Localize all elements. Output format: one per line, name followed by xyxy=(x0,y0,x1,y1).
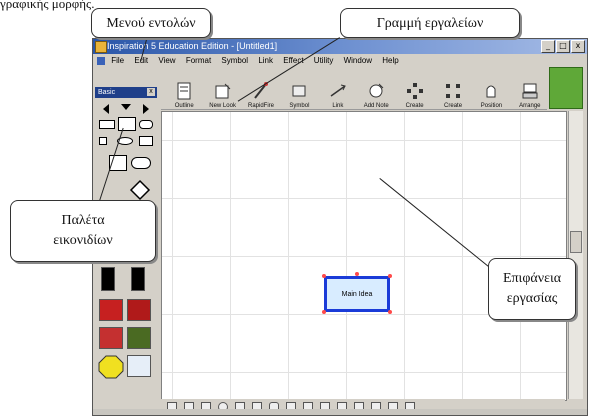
menu-symbol[interactable]: Symbol xyxy=(221,54,248,67)
red-leaf-image[interactable] xyxy=(99,299,123,321)
workspace-callout-text-2: εργασίας xyxy=(506,291,558,306)
title-bar: Inspiration 5 Education Edition - [Untit… xyxy=(93,39,587,54)
create-button-1[interactable]: Create xyxy=(397,69,431,109)
menu-window[interactable]: Window xyxy=(344,54,372,67)
main-idea-label: Main Idea xyxy=(341,290,373,298)
menu-callout-text: Μενού εντολών xyxy=(106,16,196,31)
menu-format[interactable]: Format xyxy=(186,54,211,67)
symbol-button[interactable]: Symbol xyxy=(282,69,316,109)
toolbar: Outline New Look RapidFire Symbol Link A… xyxy=(161,67,547,110)
create-label-2: Create xyxy=(444,103,463,109)
menu-bar: File Edit View Format Symbol Link Effect… xyxy=(93,54,587,67)
main-idea-symbol[interactable]: Main Idea xyxy=(324,276,390,312)
add-note-button[interactable]: Add Note xyxy=(359,69,393,109)
menu-link[interactable]: Link xyxy=(258,54,273,67)
minimize-button[interactable]: _ xyxy=(541,40,555,53)
symbol-label: Symbol xyxy=(289,103,310,109)
application-window: Inspiration 5 Education Edition - [Untit… xyxy=(92,38,588,416)
resize-handle[interactable] xyxy=(355,272,359,276)
resize-handle[interactable] xyxy=(322,274,326,278)
red-pepper-image[interactable] xyxy=(99,327,123,349)
outline-button[interactable]: Outline xyxy=(167,69,201,109)
rectangle-shape[interactable] xyxy=(99,120,115,129)
green-leaf-image[interactable] xyxy=(127,327,151,349)
position-button[interactable]: Position xyxy=(474,69,508,109)
app-icon xyxy=(95,41,107,53)
palette-callout-text-1: Παλέτα xyxy=(61,213,105,228)
position-icon xyxy=(486,85,496,98)
palette-title: Basic xyxy=(98,89,116,96)
link-icon xyxy=(330,84,346,97)
keyhole-image-1[interactable] xyxy=(101,267,115,291)
page-caption: γραφικής μορφής. xyxy=(0,0,95,11)
diamond-shape[interactable] xyxy=(129,179,151,201)
new-look-icon xyxy=(215,83,230,99)
menu-view[interactable]: View xyxy=(158,54,175,67)
rapidfire-label: RapidFire xyxy=(248,103,275,109)
menu-utility[interactable]: Utility xyxy=(314,54,334,67)
close-button[interactable]: x xyxy=(571,40,585,53)
resize-handle[interactable] xyxy=(388,274,392,278)
symbol-icon xyxy=(292,85,306,97)
palette-callout: Παλέτα εικονιδίων xyxy=(10,200,156,262)
maximize-button[interactable]: □ xyxy=(556,40,570,53)
palette-close-button[interactable]: x xyxy=(147,88,155,96)
vertical-scrollbar[interactable] xyxy=(568,111,583,399)
create-icon xyxy=(446,84,461,98)
create-button-2[interactable]: Create xyxy=(436,69,470,109)
red-leaf-image[interactable] xyxy=(127,299,151,321)
menu-help[interactable]: Help xyxy=(382,54,398,67)
arrange-icon xyxy=(522,83,538,99)
keyhole-image-2[interactable] xyxy=(131,267,145,291)
window-controls: _ □ x xyxy=(541,40,585,53)
workspace-callout: Επιφάνεια εργασίας xyxy=(488,258,576,320)
window-title: Inspiration 5 Education Edition - [Untit… xyxy=(107,41,278,51)
rectangle-shape[interactable] xyxy=(139,136,153,146)
mascot-icon xyxy=(549,67,583,109)
octagon-image[interactable] xyxy=(98,355,124,379)
outline-icon xyxy=(177,82,191,100)
arrange-label: Arrange xyxy=(519,103,541,109)
palette-title-bar: Basic x xyxy=(95,87,157,98)
arrange-button[interactable]: Arrange xyxy=(513,69,547,109)
create-label-1: Create xyxy=(405,103,424,109)
menu-file[interactable]: File xyxy=(111,54,124,67)
workspace-callout-text-1: Επιφάνεια xyxy=(502,271,562,286)
outline-label: Outline xyxy=(174,103,194,109)
toolbar-callout: Γραμμή εργαλείων xyxy=(340,8,520,38)
add-note-icon xyxy=(369,83,384,98)
cloud-shape[interactable] xyxy=(131,157,151,169)
workspace-canvas[interactable]: Main Idea xyxy=(161,111,567,401)
rounded-shape[interactable] xyxy=(139,120,153,129)
rapidfire-button[interactable]: RapidFire xyxy=(244,69,278,109)
palette-callout-text-2: εικονιδίων xyxy=(53,233,113,248)
position-label: Position xyxy=(480,103,503,109)
rectangle-shape[interactable] xyxy=(118,117,136,131)
scroll-thumb[interactable] xyxy=(570,231,582,253)
horizontal-scrollbar[interactable] xyxy=(93,409,587,415)
link-label: Link xyxy=(332,103,344,109)
new-look-button[interactable]: New Look xyxy=(205,69,239,109)
document-icon xyxy=(97,56,105,65)
create-icon xyxy=(406,83,423,99)
new-look-label: New Look xyxy=(209,103,236,109)
resize-handle[interactable] xyxy=(388,310,392,314)
link-button[interactable]: Link xyxy=(321,69,355,109)
cup-image[interactable] xyxy=(127,355,151,377)
add-note-label: Add Note xyxy=(363,103,389,109)
palette-nav-arrows-icon[interactable] xyxy=(101,101,151,117)
menu-callout: Μενού εντολών xyxy=(91,8,211,38)
rectangle-shape[interactable] xyxy=(99,137,107,145)
toolbar-callout-text: Γραμμή εργαλείων xyxy=(376,16,484,31)
resize-handle[interactable] xyxy=(322,310,326,314)
